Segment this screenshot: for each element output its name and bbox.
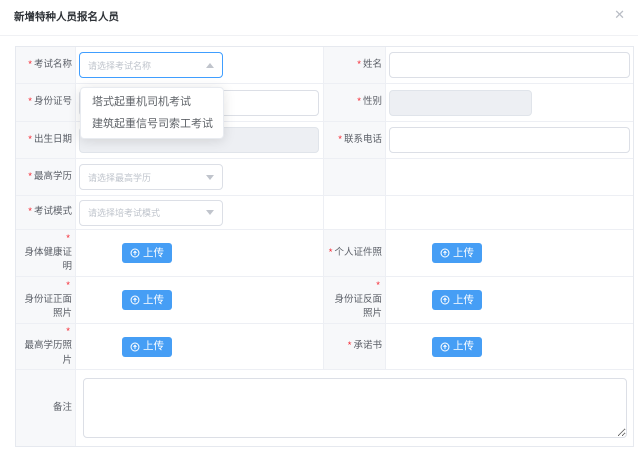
required-star: *	[28, 58, 32, 72]
upload-icon	[130, 342, 140, 352]
commitment-letter-upload-button[interactable]: 上传	[432, 337, 482, 357]
health-certificate-upload-button[interactable]: 上传	[122, 243, 172, 263]
required-star: *	[28, 205, 32, 219]
birth-date-label: *出生日期	[16, 122, 76, 159]
id-card-front-upload-button[interactable]: 上传	[122, 290, 172, 310]
personal-id-photo-cell: 上传	[386, 230, 633, 277]
exam-name-select[interactable]: 请选择考试名称	[79, 52, 223, 78]
required-star: *	[338, 133, 342, 147]
exam-name-dropdown-panel: 塔式起重机司机考试 建筑起重信号司索工考试	[80, 87, 224, 139]
phone-input[interactable]	[389, 127, 630, 153]
id-card-front-cell: 上传	[76, 277, 324, 324]
education-select[interactable]: 请选择最高学历	[79, 164, 223, 190]
required-star: *	[66, 279, 70, 293]
required-star: *	[28, 133, 32, 147]
education-photo-cell: 上传	[76, 324, 324, 370]
gender-cell	[386, 84, 633, 122]
exam-mode-select[interactable]: 请选择培考试模式	[79, 200, 223, 226]
id-card-back-cell: 上传	[386, 277, 633, 324]
id-card-back-label: *身份证反面照片	[324, 277, 386, 324]
id-card-back-upload-button[interactable]: 上传	[432, 290, 482, 310]
personal-id-photo-upload-button[interactable]: 上传	[432, 243, 482, 263]
empty-label-cell	[324, 196, 386, 230]
education-photo-label: *最高学历照片	[16, 324, 76, 370]
dropdown-option-signal-worker[interactable]: 建筑起重信号司索工考试	[81, 113, 223, 135]
chevron-up-icon	[206, 63, 214, 68]
commitment-letter-cell: 上传	[386, 324, 633, 370]
personal-id-photo-label: *个人证件照	[324, 230, 386, 277]
exam-name-placeholder: 请选择考试名称	[88, 59, 151, 72]
exam-mode-cell: 请选择培考试模式	[76, 196, 324, 230]
remark-cell	[76, 370, 633, 446]
full-name-cell	[386, 47, 633, 84]
upload-icon	[440, 248, 450, 258]
empty-content-cell	[386, 196, 633, 230]
health-certificate-cell: 上传	[76, 230, 324, 277]
required-star: *	[66, 325, 70, 339]
upload-icon	[130, 295, 140, 305]
upload-icon	[130, 248, 140, 258]
dialog-title: 新增特种人员报名人员	[14, 9, 119, 24]
dialog-header: 新增特种人员报名人员 ✕	[0, 0, 638, 36]
phone-label: *联系电话	[324, 122, 386, 159]
id-card-front-label: *身份证正面照片	[16, 277, 76, 324]
dropdown-option-tower-crane[interactable]: 塔式起重机司机考试	[81, 91, 223, 113]
close-icon[interactable]: ✕	[614, 8, 625, 21]
required-star: *	[28, 95, 32, 109]
exam-name-label: *考试名称	[16, 47, 76, 84]
exam-mode-label: *考试模式	[16, 196, 76, 230]
upload-icon	[440, 295, 450, 305]
remark-label: 备注	[16, 370, 76, 446]
gender-input	[389, 90, 532, 116]
remark-textarea[interactable]	[83, 378, 627, 438]
empty-label-cell	[324, 159, 386, 196]
required-star: *	[329, 246, 333, 260]
health-certificate-label: *身体健康证明	[16, 230, 76, 277]
required-star: *	[66, 232, 70, 246]
education-label: *最高学历	[16, 159, 76, 196]
commitment-letter-label: *承诺书	[324, 324, 386, 370]
required-star: *	[348, 339, 352, 353]
education-placeholder: 请选择最高学历	[88, 171, 151, 184]
required-star: *	[376, 279, 380, 293]
required-star: *	[28, 170, 32, 184]
chevron-down-icon	[206, 175, 214, 180]
education-cell: 请选择最高学历	[76, 159, 324, 196]
exam-name-cell: 请选择考试名称	[76, 47, 324, 84]
empty-content-cell	[386, 159, 633, 196]
full-name-input[interactable]	[389, 52, 630, 78]
phone-cell	[386, 122, 633, 159]
full-name-label: *姓名	[324, 47, 386, 84]
id-number-label: *身份证号	[16, 84, 76, 122]
exam-mode-placeholder: 请选择培考试模式	[88, 206, 160, 219]
chevron-down-icon	[206, 210, 214, 215]
upload-icon	[440, 342, 450, 352]
required-star: *	[357, 58, 361, 72]
gender-label: *性别	[324, 84, 386, 122]
education-photo-upload-button[interactable]: 上传	[122, 337, 172, 357]
required-star: *	[357, 95, 361, 109]
